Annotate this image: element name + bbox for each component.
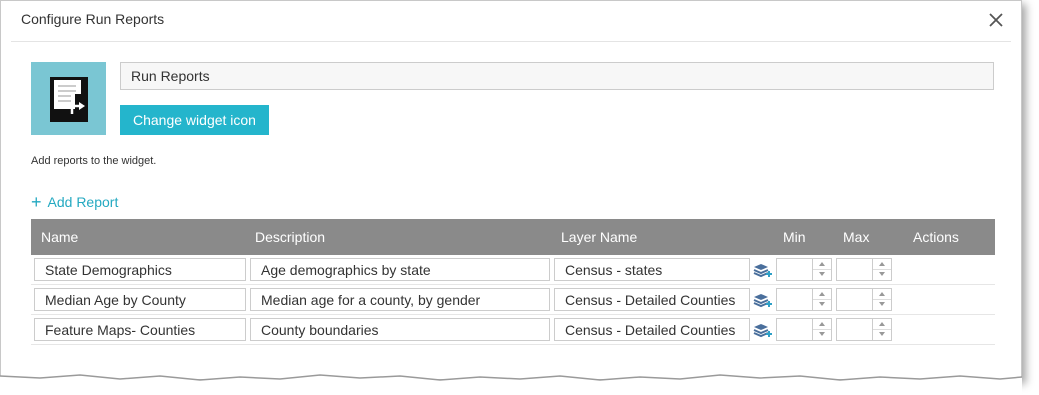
max-scale-stepper[interactable] <box>836 288 892 311</box>
report-name-field[interactable] <box>34 318 246 341</box>
column-header-name: Name <box>41 229 79 245</box>
max-scale-stepper[interactable] <box>836 258 892 281</box>
report-name-field[interactable] <box>34 258 246 281</box>
widget-icon-preview <box>31 62 106 135</box>
table-row <box>31 285 995 315</box>
min-scale-input[interactable] <box>777 259 811 280</box>
report-document-icon <box>50 77 88 122</box>
min-scale-stepper[interactable] <box>776 258 832 281</box>
layers-add-icon[interactable] <box>752 291 772 311</box>
min-scale-stepper[interactable] <box>776 318 832 341</box>
add-report-button[interactable]: + Add Report <box>31 192 119 212</box>
max-scale-input[interactable] <box>837 259 871 280</box>
layers-add-icon[interactable] <box>752 321 772 341</box>
max-scale-stepper[interactable] <box>836 318 892 341</box>
layer-name-field[interactable] <box>554 258 750 281</box>
report-description-field[interactable] <box>250 288 550 311</box>
layer-name-field[interactable] <box>554 318 750 341</box>
add-report-label: Add Report <box>47 194 119 210</box>
layers-add-icon[interactable] <box>752 261 772 281</box>
column-header-actions: Actions <box>913 229 959 245</box>
report-name-field[interactable] <box>34 288 246 311</box>
close-icon <box>989 13 1003 27</box>
report-description-field[interactable] <box>250 258 550 281</box>
min-scale-input[interactable] <box>777 319 811 340</box>
column-header-layer-name: Layer Name <box>561 229 638 245</box>
spin-down-icon[interactable] <box>813 329 831 339</box>
hint-text: Add reports to the widget. <box>31 155 157 167</box>
close-button[interactable] <box>983 7 1009 33</box>
max-scale-input[interactable] <box>837 289 871 310</box>
dialog-title-bar: Configure Run Reports <box>11 1 1011 42</box>
torn-edge-decoration <box>0 374 1023 395</box>
grid-header: Name Description Layer Name Min Max Acti… <box>31 219 995 255</box>
spin-down-icon[interactable] <box>873 269 891 279</box>
change-widget-icon-button[interactable]: Change widget icon <box>120 105 269 135</box>
spin-down-icon[interactable] <box>873 299 891 309</box>
min-scale-stepper[interactable] <box>776 288 832 311</box>
column-header-max: Max <box>843 229 870 245</box>
report-description-field[interactable] <box>250 318 550 341</box>
plus-icon: + <box>31 192 42 212</box>
spin-down-icon[interactable] <box>813 299 831 309</box>
dialog-title: Configure Run Reports <box>21 11 165 27</box>
max-scale-input[interactable] <box>837 319 871 340</box>
widget-name-input[interactable] <box>120 62 994 90</box>
table-row <box>31 255 995 285</box>
spin-down-icon[interactable] <box>813 269 831 279</box>
spin-down-icon[interactable] <box>873 329 891 339</box>
min-scale-input[interactable] <box>777 289 811 310</box>
column-header-description: Description <box>255 229 326 245</box>
layer-name-field[interactable] <box>554 288 750 311</box>
configure-dialog: Configure Run Reports Change widget icon… <box>0 0 1022 380</box>
table-row <box>31 315 995 345</box>
column-header-min: Min <box>783 229 806 245</box>
